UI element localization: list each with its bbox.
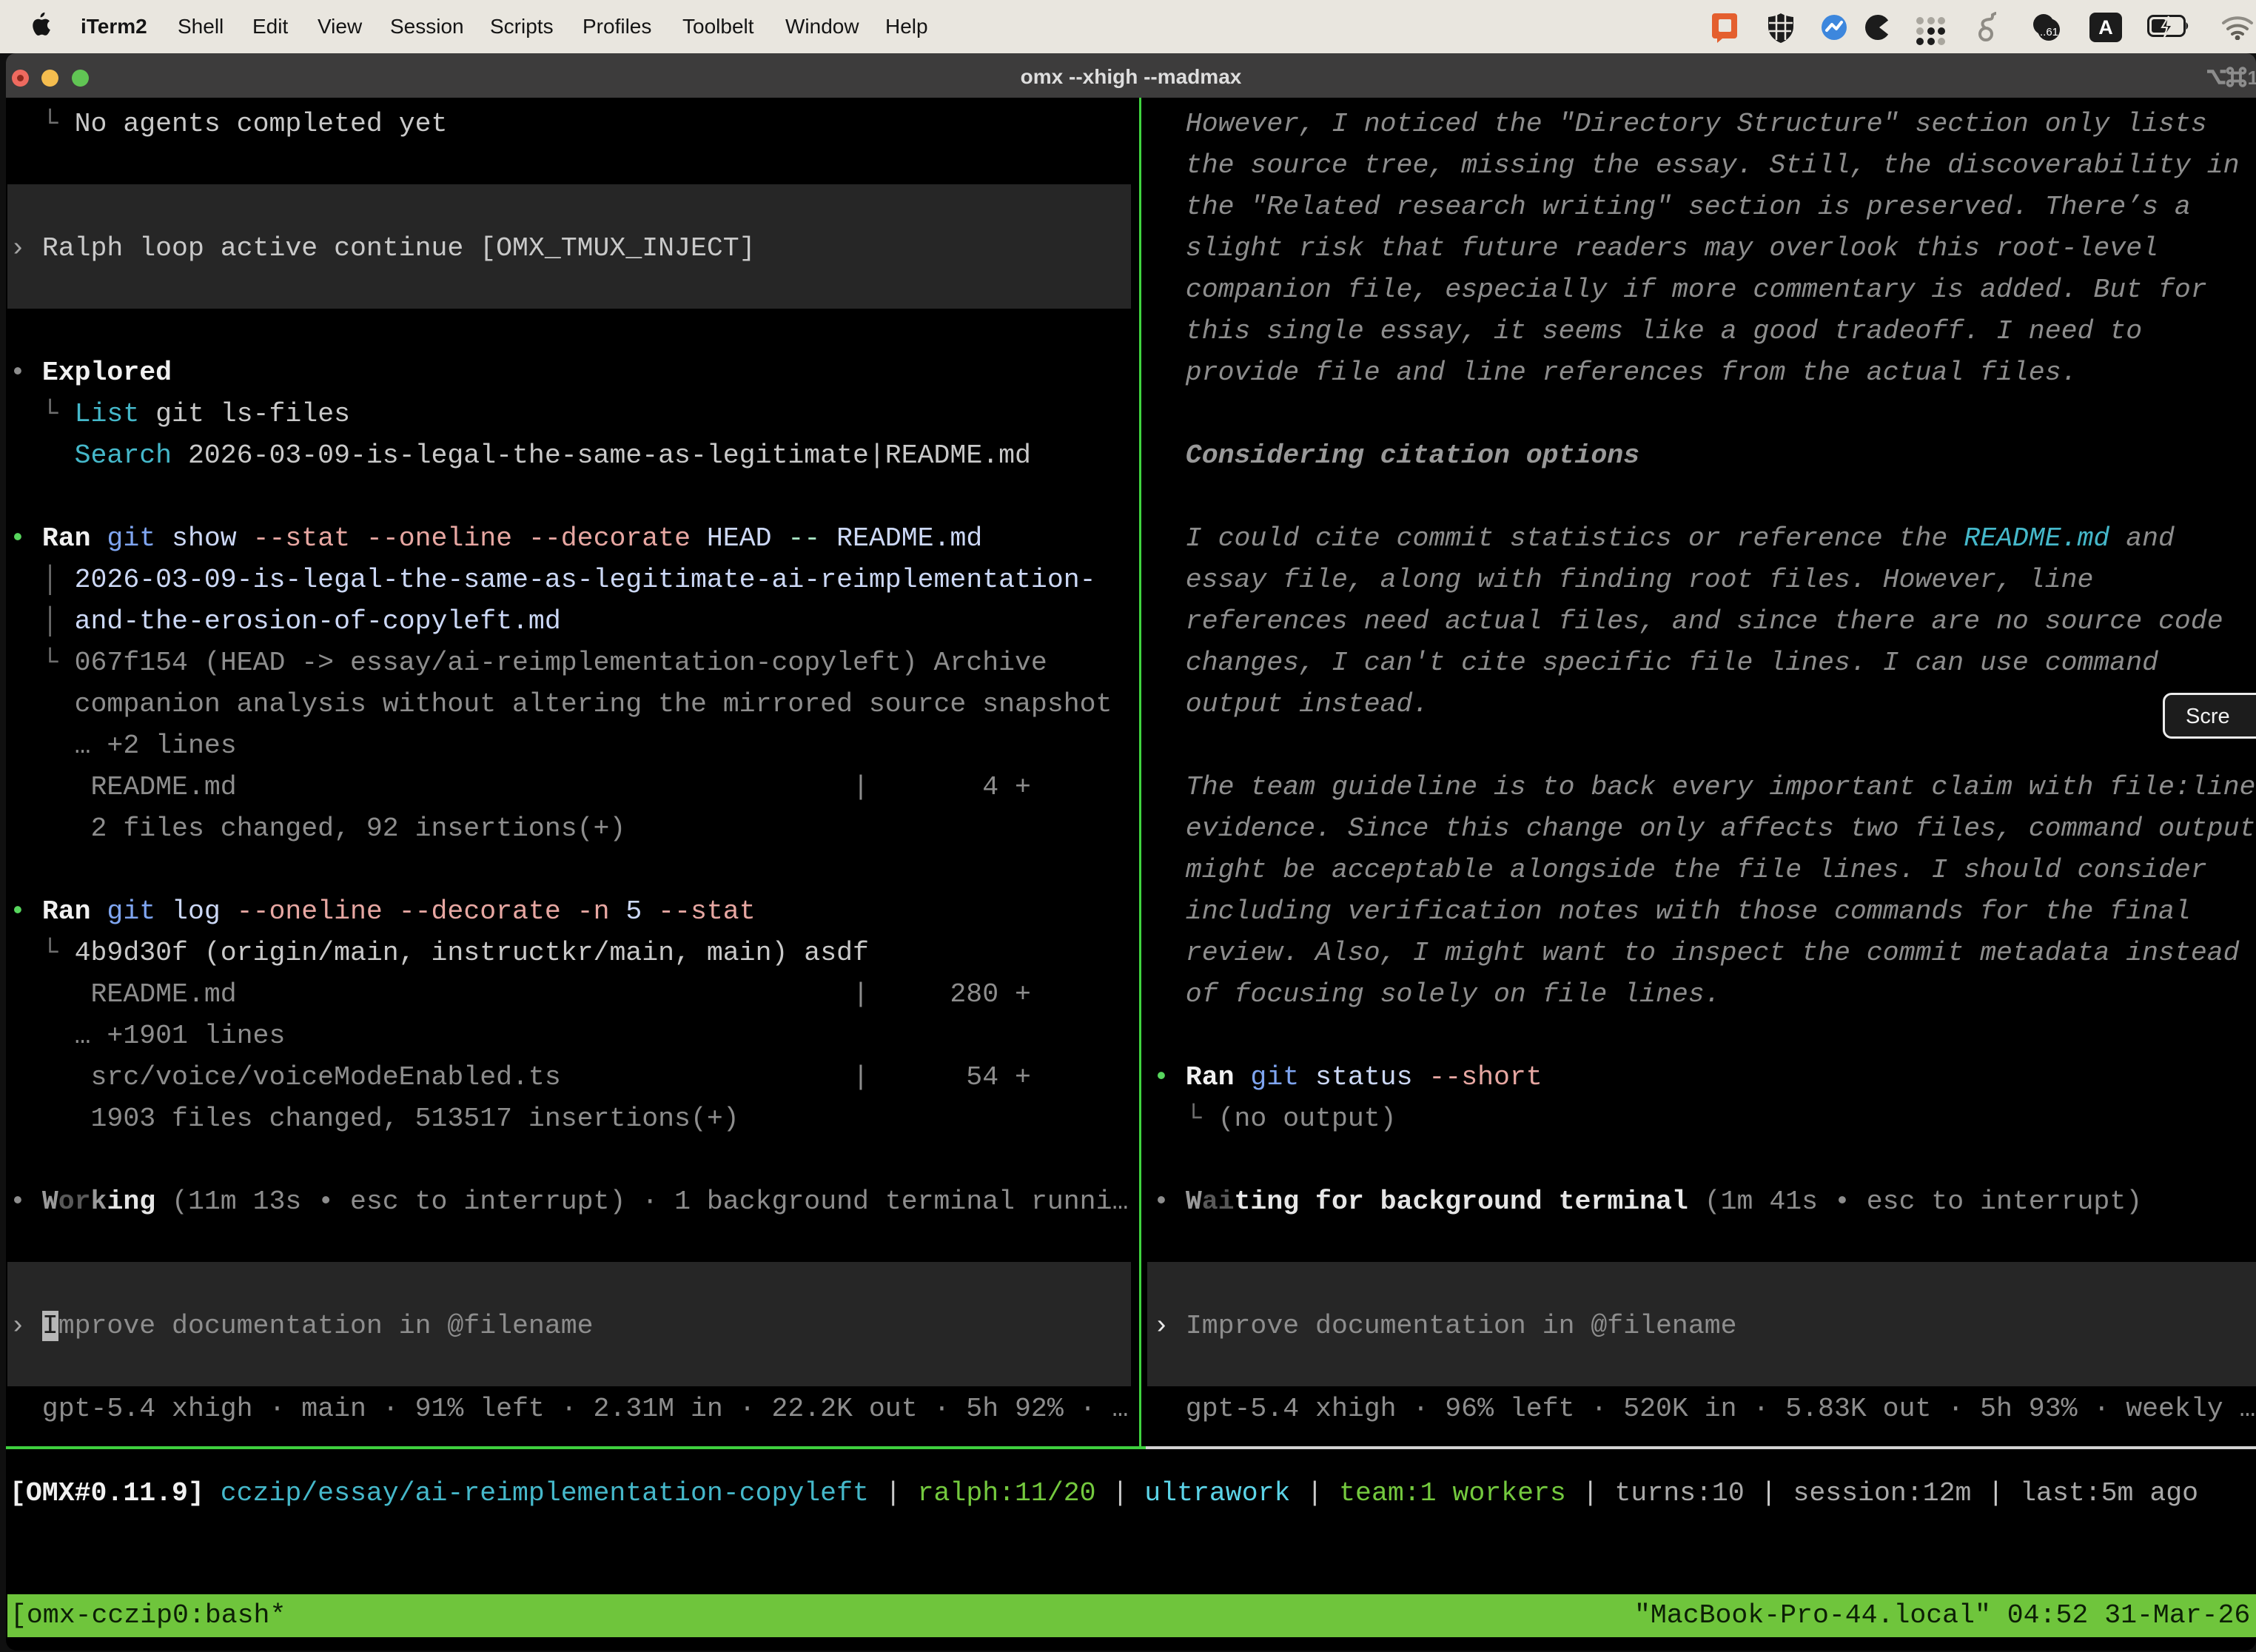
svg-text:1: 1	[2248, 67, 2256, 88]
svg-text:..61: ..61	[2040, 26, 2058, 38]
